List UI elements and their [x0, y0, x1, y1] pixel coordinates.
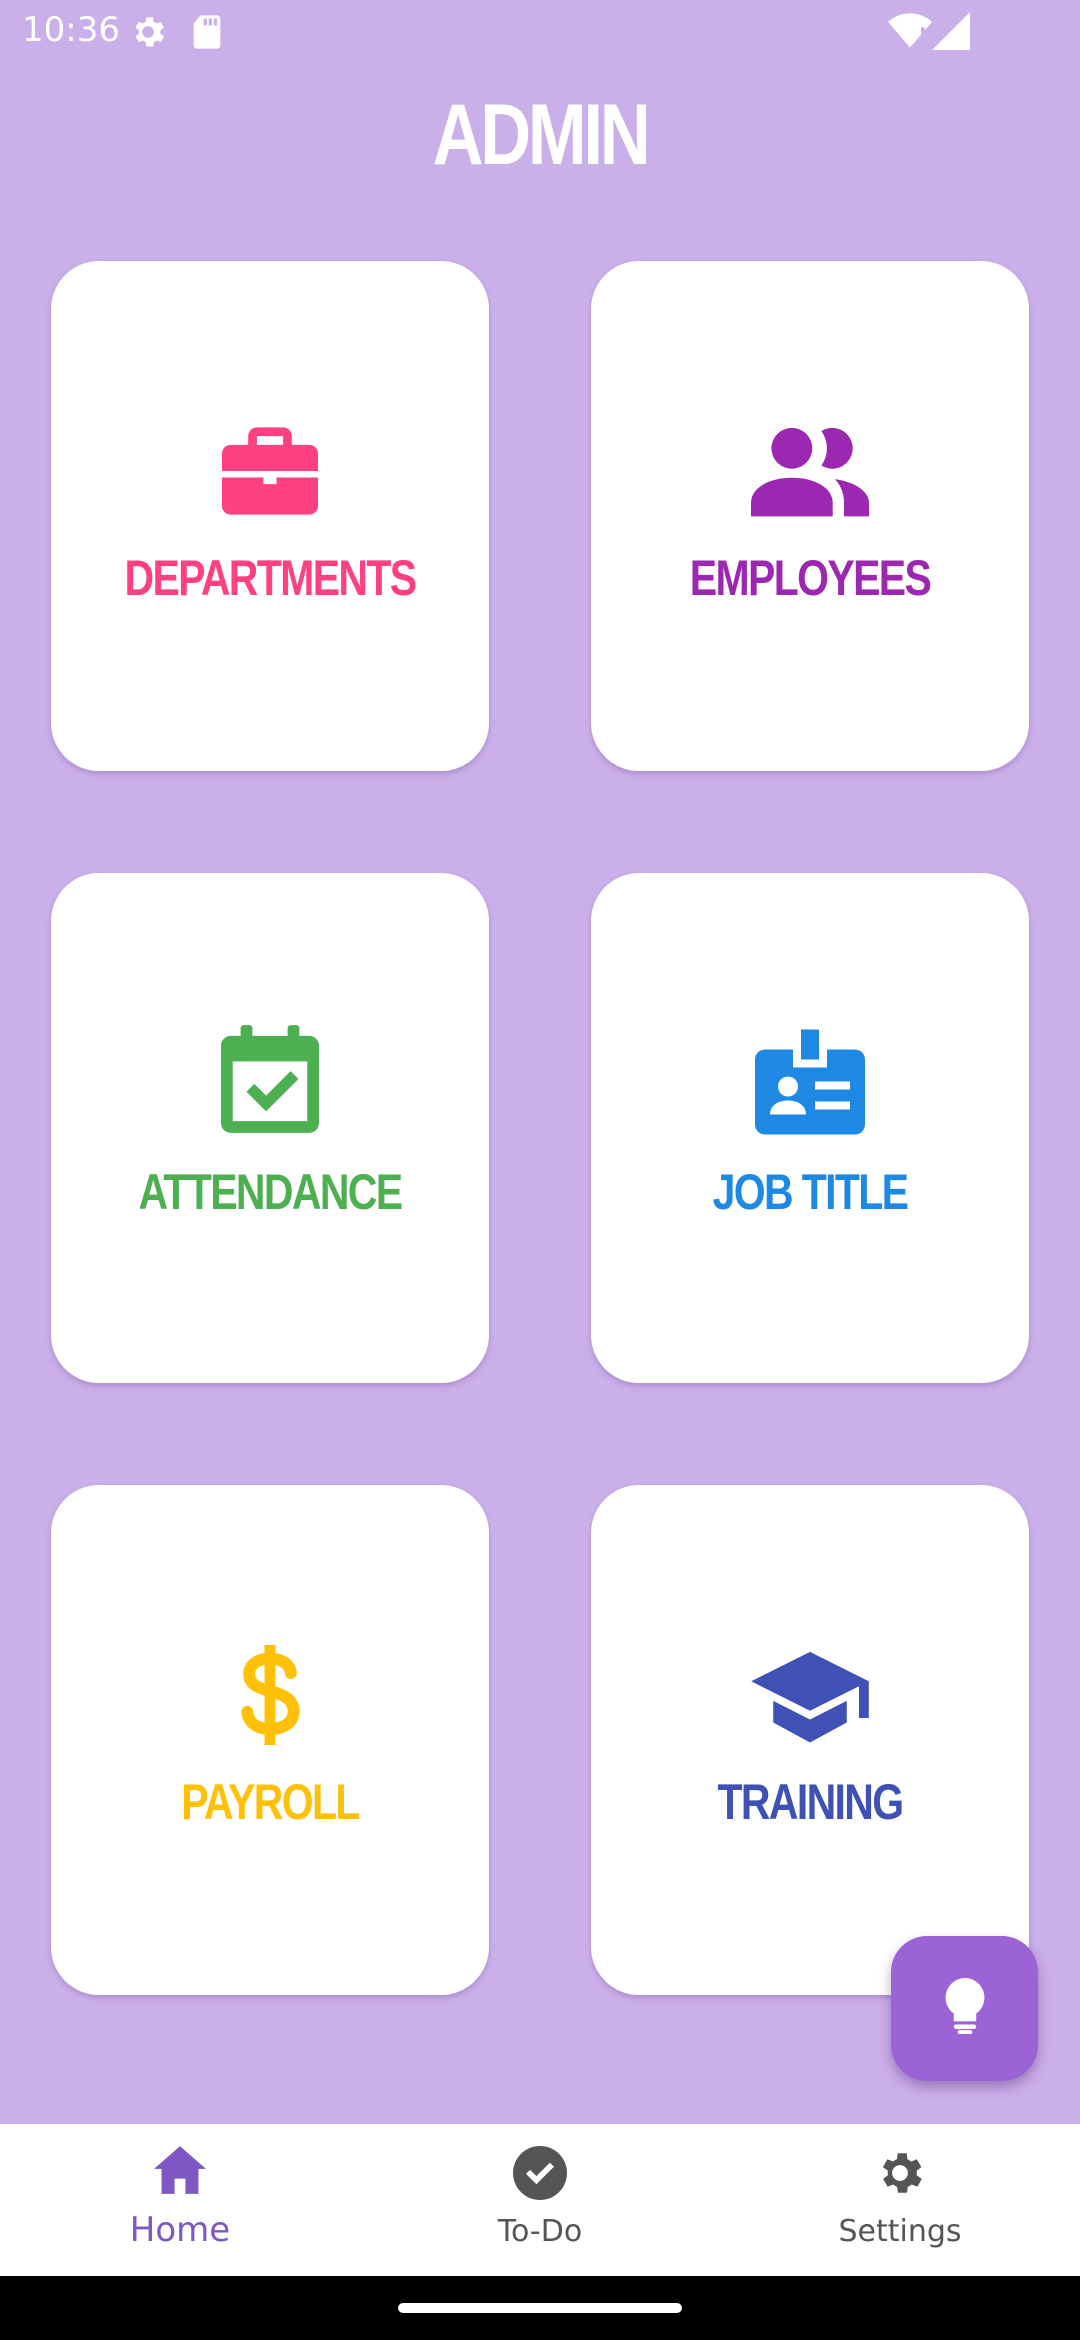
graduation-cap-icon — [591, 1647, 1029, 1745]
attendance-card[interactable]: ATTENDANCE — [51, 873, 489, 1383]
job-title-card[interactable]: JOB TITLE — [591, 873, 1029, 1383]
home-gesture-handle[interactable] — [398, 2303, 682, 2313]
check-circle-icon — [360, 2146, 720, 2200]
calendar-check-icon — [51, 1025, 489, 1133]
training-card[interactable]: TRAINING — [591, 1485, 1029, 1995]
nav-settings[interactable]: Settings — [720, 2124, 1080, 2276]
attendance-label: ATTENDANCE — [138, 1164, 403, 1220]
nav-todo-label: To-Do — [497, 2214, 583, 2249]
briefcase-icon — [51, 423, 489, 519]
training-label: TRAINING — [717, 1774, 904, 1830]
signal-icon — [932, 12, 970, 54]
people-icon — [591, 425, 1029, 517]
system-nav-bar — [0, 2276, 1080, 2340]
gear-icon — [128, 12, 168, 56]
payroll-card[interactable]: PAYROLL — [51, 1485, 489, 1995]
nav-settings-label: Settings — [838, 2214, 962, 2249]
page-title: ADMIN — [432, 87, 651, 183]
payroll-label: PAYROLL — [181, 1774, 360, 1830]
sd-card-icon — [190, 12, 224, 56]
nav-home-label: Home — [129, 2210, 231, 2250]
employees-card[interactable]: EMPLOYEES — [591, 261, 1029, 771]
settings-gear-icon — [720, 2146, 1080, 2200]
departments-card[interactable]: DEPARTMENTS — [51, 261, 489, 771]
tips-fab-button[interactable] — [891, 1936, 1038, 2081]
dollar-icon — [51, 1645, 489, 1745]
status-bar: 10:36 — [0, 0, 1080, 64]
badge-icon — [591, 1029, 1029, 1135]
departments-label: DEPARTMENTS — [124, 550, 418, 606]
home-icon — [0, 2146, 360, 2194]
job-title-label: JOB TITLE — [712, 1164, 909, 1220]
wifi-icon — [888, 12, 932, 54]
employees-label: EMPLOYEES — [689, 550, 932, 606]
nav-home[interactable]: Home — [0, 2124, 360, 2276]
lightbulb-icon — [945, 1978, 985, 2039]
bottom-navigation: Home To-Do Settings — [0, 2124, 1080, 2276]
nav-todo[interactable]: To-Do — [360, 2124, 720, 2276]
status-time: 10:36 — [22, 10, 120, 50]
